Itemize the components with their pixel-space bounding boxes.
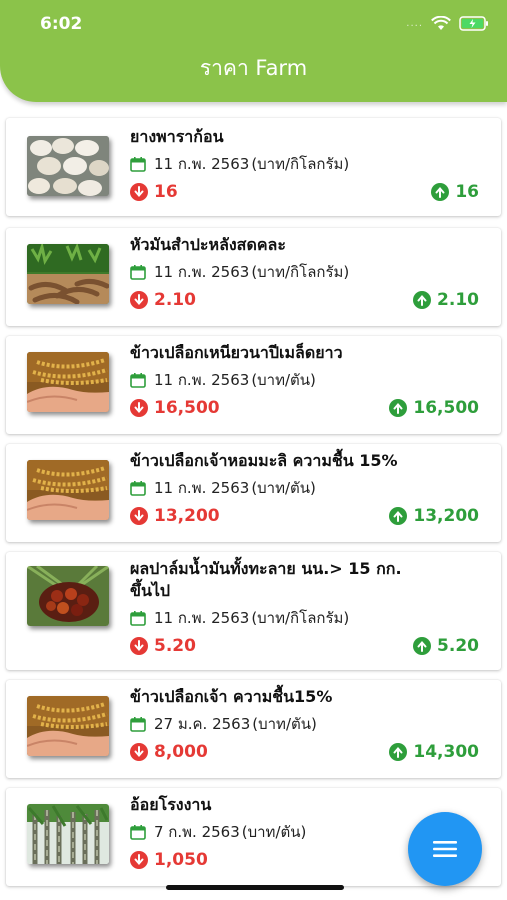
menu-icon [433, 841, 457, 857]
min-price: 1,050 [130, 850, 208, 870]
min-price: 16 [130, 182, 178, 202]
arrow-up-circle-icon [389, 399, 408, 417]
product-name: ยางพาราก้อน [130, 127, 224, 146]
product-name: อ้อยโรงงาน [130, 795, 212, 814]
calendar-icon [130, 825, 146, 840]
calendar-icon [130, 265, 146, 280]
product-name: ผลปาล์มน้ำมันทั้งทะลาย นน.> 15 กก. ขึ้นไ… [130, 559, 402, 600]
price-date: 11 ก.พ. 2563 [154, 155, 250, 173]
cassava-photo [27, 244, 109, 304]
min-price: 5.20 [130, 636, 196, 656]
product-name: ข้าวเปลือกเหนียวนาปีเมล็ดยาว [130, 343, 343, 362]
arrow-down-circle-icon [130, 291, 148, 309]
menu-fab-button[interactable] [408, 812, 482, 886]
arrow-down-circle-icon [130, 183, 148, 201]
calendar-icon [130, 157, 146, 172]
arrow-down-circle-icon [130, 637, 148, 655]
price-date: 27 ม.ค. 2563 [154, 715, 251, 733]
arrow-down-circle-icon [130, 399, 148, 417]
price-unit: (บาท/ตัน) [251, 479, 316, 497]
max-price: 2.10 [413, 290, 479, 310]
date-row: 7 ก.พ. 2563 (บาท/ตัน) [130, 820, 306, 844]
list-item[interactable]: ข้าวเปลือกเหนียวนาปีเมล็ดยาว 11 ก.พ. 256… [6, 336, 501, 434]
arrow-up-circle-icon [413, 637, 432, 655]
arrow-down-circle-icon [130, 851, 148, 869]
price-date: 7 ก.พ. 2563 [154, 823, 240, 841]
home-indicator[interactable] [166, 885, 344, 890]
rice-grain-photo [27, 460, 109, 520]
min-price: 8,000 [130, 742, 208, 762]
max-price: 5.20 [413, 636, 479, 656]
rubber-lumps-photo [27, 136, 109, 196]
price-unit: (บาท/ตัน) [252, 715, 317, 733]
price-date: 11 ก.พ. 2563 [154, 479, 250, 497]
price-unit: (บาท/กิโลกรัม) [251, 263, 350, 281]
arrow-up-circle-icon [389, 743, 408, 761]
price-date: 11 ก.พ. 2563 [154, 371, 250, 389]
list-item[interactable]: ข้าวเปลือกเจ้าหอมมะลิ ความชื้น 15% 11 ก.… [6, 444, 501, 542]
oil-palm-photo [27, 566, 109, 626]
min-price: 16,500 [130, 398, 220, 418]
min-price: 13,200 [130, 506, 220, 526]
arrow-down-circle-icon [130, 507, 148, 525]
calendar-icon [130, 611, 146, 626]
product-name: ข้าวเปลือกเจ้าหอมมะลิ ความชื้น 15% [130, 451, 398, 470]
arrow-down-circle-icon [130, 743, 148, 761]
product-name: หัวมันสำปะหลังสดคละ [130, 235, 286, 254]
price-unit: (บาท/กิโลกรัม) [251, 609, 350, 627]
rice-grain-photo [27, 352, 109, 412]
signal-dots-icon: .... [406, 18, 423, 29]
battery-charging-icon [459, 16, 488, 31]
price-date: 11 ก.พ. 2563 [154, 263, 250, 281]
list-item[interactable]: หัวมันสำปะหลังสดคละ 11 ก.พ. 2563 (บาท/กิโ… [6, 228, 501, 326]
product-name: ข้าวเปลือกเจ้า ความชื้น15% [130, 687, 333, 706]
arrow-up-circle-icon [431, 183, 450, 201]
date-row: 11 ก.พ. 2563 (บาท/ตัน) [130, 476, 316, 500]
status-time: 6:02 [40, 14, 83, 34]
calendar-icon [130, 717, 146, 732]
date-row: 11 ก.พ. 2563 (บาท/กิโลกรัม) [130, 260, 349, 284]
min-price: 2.10 [130, 290, 196, 310]
price-date: 11 ก.พ. 2563 [154, 609, 250, 627]
wifi-icon [431, 16, 451, 30]
arrow-up-circle-icon [389, 507, 408, 525]
date-row: 27 ม.ค. 2563 (บาท/ตัน) [130, 712, 317, 736]
list-item[interactable]: ยางพาราก้อน 11 ก.พ. 2563 (บาท/กิโลกรัม) 1… [6, 118, 501, 216]
list-item[interactable]: ผลปาล์มน้ำมันทั้งทะลาย นน.> 15 กก. ขึ้นไ… [6, 552, 501, 670]
page-title: ราคา Farm [199, 56, 308, 80]
date-row: 11 ก.พ. 2563 (บาท/ตัน) [130, 368, 316, 392]
price-unit: (บาท/กิโลกรัม) [251, 155, 350, 173]
calendar-icon [130, 373, 146, 388]
sugarcane-photo [27, 804, 109, 864]
app-header: 6:02 .... ราคา Farm [0, 0, 507, 102]
arrow-up-circle-icon [413, 291, 432, 309]
status-icons: .... [406, 16, 489, 31]
calendar-icon [130, 481, 146, 496]
date-row: 11 ก.พ. 2563 (บาท/กิโลกรัม) [130, 606, 349, 630]
price-unit: (บาท/ตัน) [241, 823, 307, 841]
list-item[interactable]: ข้าวเปลือกเจ้า ความชื้น15% 27 ม.ค. 2563(… [6, 680, 501, 778]
price-unit: (บาท/ตัน) [251, 371, 316, 389]
date-row: 11 ก.พ. 2563 (บาท/กิโลกรัม) [130, 152, 349, 176]
max-price: 14,300 [389, 742, 479, 762]
max-price: 13,200 [389, 506, 479, 526]
max-price: 16,500 [389, 398, 479, 418]
max-price: 16 [431, 182, 479, 202]
rice-grain-photo [27, 696, 109, 756]
